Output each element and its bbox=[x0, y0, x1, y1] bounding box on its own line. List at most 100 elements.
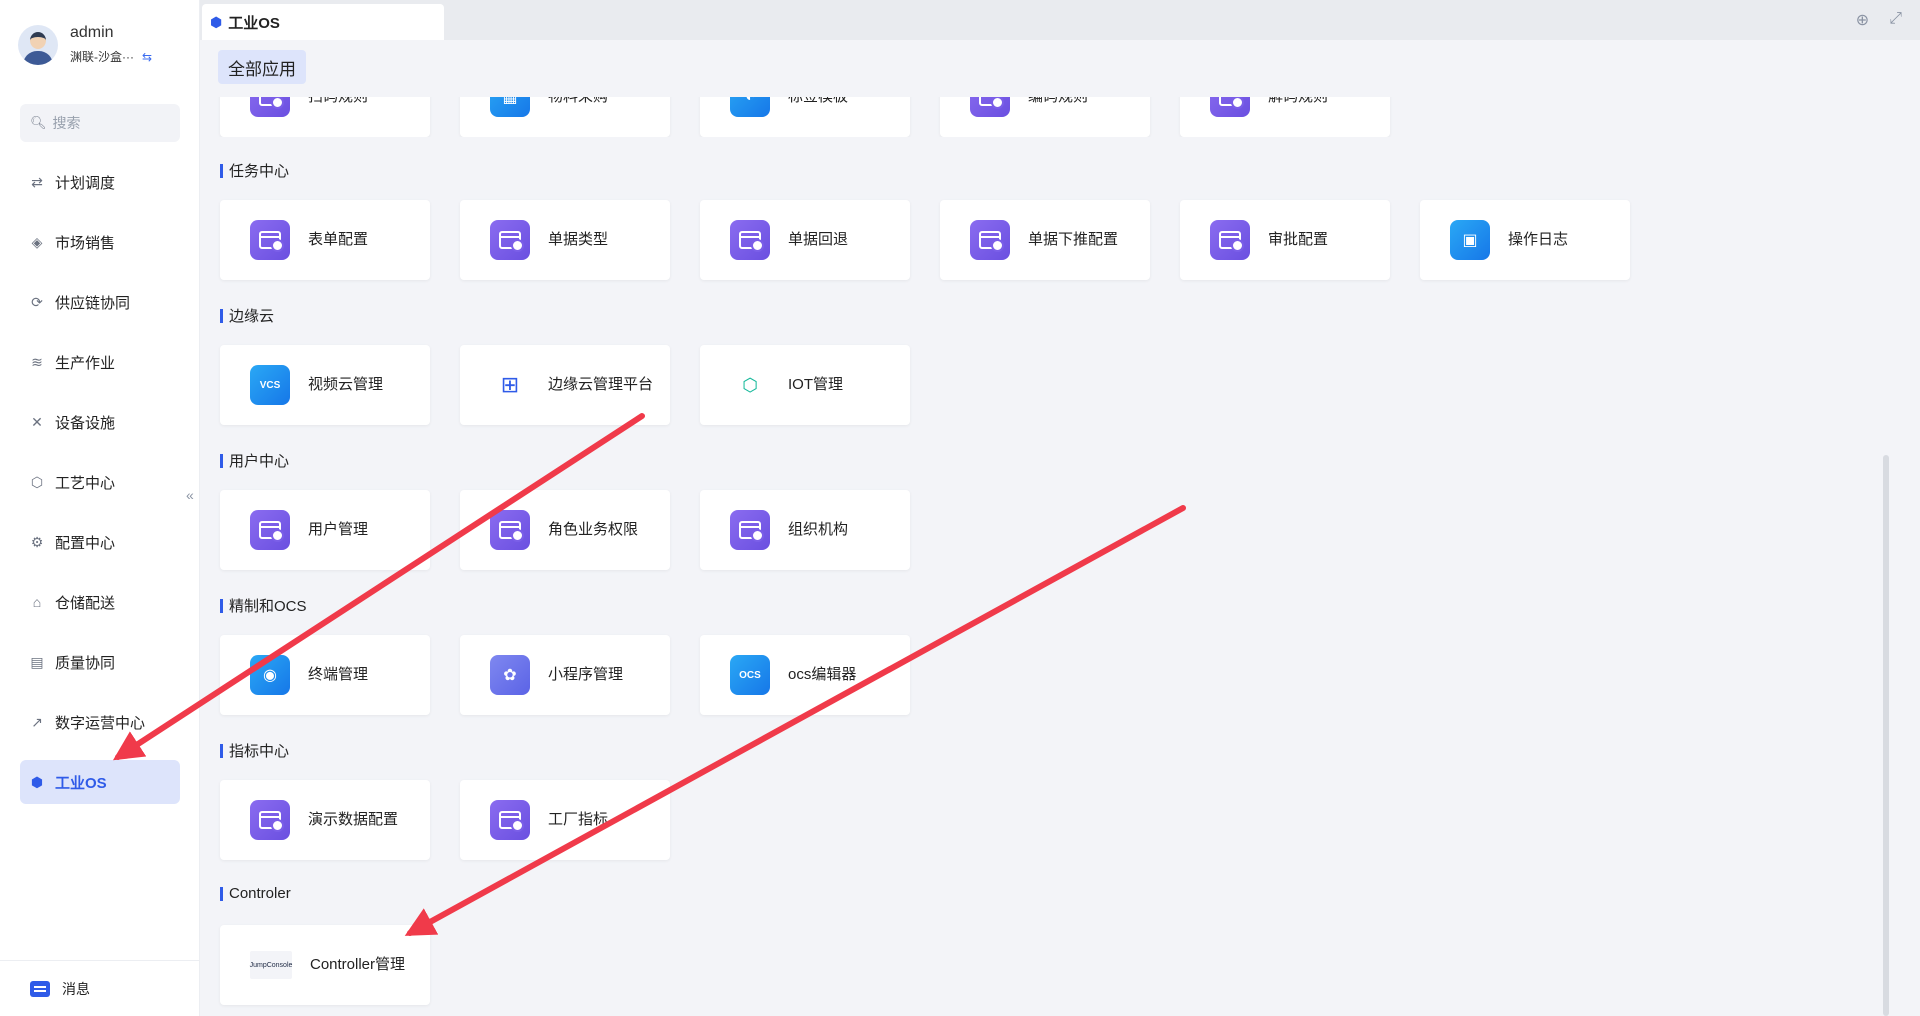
fullscreen-icon[interactable]: ⤢ bbox=[1889, 10, 1902, 30]
sidebar-item-schedule[interactable]: ⇄ 计划调度 bbox=[20, 160, 180, 204]
app-card-user-management[interactable]: 用户管理 bbox=[220, 490, 430, 570]
sidebar-item-label: 配置中心 bbox=[55, 534, 116, 552]
download-icon[interactable]: ⊕ bbox=[1856, 10, 1869, 30]
warehouse-icon: ⌂ bbox=[32, 594, 42, 610]
sidebar: admin 渊联-沙盒··· ⇆ 🔍︎ 搜索 ⇄ 计划调度 ◈ 市场销售 ⟳ 供应链协同… bbox=[0, 0, 200, 1016]
app-card-label: 单据回退 bbox=[788, 231, 849, 248]
sidebar-item-label: 数字运营中心 bbox=[55, 714, 146, 732]
app-card-label: 物料采购 bbox=[548, 97, 658, 109]
app-card-label: 演示数据配置 bbox=[308, 811, 399, 828]
app-card-label: 视频云管理 bbox=[308, 376, 384, 393]
sidebar-item-production[interactable]: ≋ 生产作业 bbox=[20, 340, 180, 384]
os-icon: ⬢ bbox=[210, 13, 223, 30]
sidebar-item-label: 生产作业 bbox=[55, 354, 116, 372]
scrollbar[interactable] bbox=[1883, 455, 1889, 1016]
app-card-push-config[interactable]: 单据下推配置 bbox=[940, 200, 1150, 280]
app-card-label: 扫码规则 bbox=[308, 97, 418, 109]
app-card-scan-rule[interactable]: 扫码规则 bbox=[220, 97, 430, 137]
top-actions: ⊕ ⤢ bbox=[1856, 10, 1902, 30]
market-icon: ◈ bbox=[31, 233, 43, 250]
top-bar: ⬢ 工业OS ⊕ ⤢ bbox=[200, 0, 1920, 40]
video-cloud-icon: VCS bbox=[250, 365, 290, 405]
app-card-demo-data-config[interactable]: 演示数据配置 bbox=[220, 780, 430, 860]
section-title: 边缘云 bbox=[220, 305, 274, 326]
app-window-icon bbox=[1210, 97, 1250, 117]
app-card-label: Controller管理 bbox=[310, 956, 406, 973]
sidebar-item-quality[interactable]: ▤ 质量协同 bbox=[20, 640, 180, 684]
iot-icon: ⬡ bbox=[742, 374, 758, 395]
app-card-label-template[interactable]: ◐ 标签模板 bbox=[700, 97, 910, 137]
sidebar-item-label: 市场销售 bbox=[55, 234, 116, 252]
ocs-icon: OCS bbox=[730, 655, 770, 695]
avatar[interactable] bbox=[18, 24, 58, 65]
app-window-icon bbox=[250, 510, 290, 550]
app-card-form-config[interactable]: 表单配置 bbox=[220, 200, 430, 280]
app-card-iot-management[interactable]: ⬡ IOT管理 bbox=[700, 345, 910, 425]
search-input[interactable]: 🔍︎ 搜索 bbox=[20, 104, 180, 142]
sidebar-item-label: 计划调度 bbox=[55, 174, 116, 192]
supply-chain-icon: ⟳ bbox=[31, 293, 43, 310]
sidebar-item-digital-ops[interactable]: ↗ 数字运营中心 bbox=[20, 700, 180, 744]
sidebar-item-market[interactable]: ◈ 市场销售 bbox=[20, 220, 180, 264]
app-card-edge-cloud-platform[interactable]: ⊞ 边缘云管理平台 bbox=[460, 345, 670, 425]
sidebar-item-supply-chain[interactable]: ⟳ 供应链协同 bbox=[20, 280, 180, 324]
app-card-label: 标签模板 bbox=[788, 97, 898, 109]
tools-icon: ✕ bbox=[31, 413, 43, 430]
tab-title: 工业OS bbox=[228, 14, 280, 32]
user-profile[interactable]: admin 渊联-沙盒··· ⇆ bbox=[18, 24, 152, 65]
config-icon: ⚙ bbox=[30, 533, 44, 550]
sidebar-item-process[interactable]: ⬡ 工艺中心 bbox=[20, 460, 180, 504]
chart-icon: ↗ bbox=[31, 713, 43, 730]
app-card-ocs-editor[interactable]: OCS ocs编辑器 bbox=[700, 635, 910, 715]
app-card-approval-config[interactable]: 审批配置 bbox=[1180, 200, 1390, 280]
app-card-mini-program[interactable]: ✿ 小程序管理 bbox=[460, 635, 670, 715]
app-card-document-rollback[interactable]: 单据回退 bbox=[700, 200, 910, 280]
app-card-material-purchase[interactable]: ▦ 物料采购 bbox=[460, 97, 670, 137]
app-card-organization[interactable]: 组织机构 bbox=[700, 490, 910, 570]
section-title: 用户中心 bbox=[220, 450, 289, 471]
app-card-label: 操作日志 bbox=[1508, 231, 1569, 248]
mini-program-icon: ✿ bbox=[490, 655, 530, 695]
app-window-icon bbox=[1210, 220, 1250, 260]
user-name: admin bbox=[70, 24, 114, 41]
app-window-icon bbox=[970, 220, 1010, 260]
app-card-video-cloud[interactable]: VCS 视频云管理 bbox=[220, 345, 430, 425]
app-card-operation-log[interactable]: ▣ 操作日志 bbox=[1420, 200, 1630, 280]
sidebar-item-label: 仓储配送 bbox=[55, 594, 116, 612]
app-card-document-type[interactable]: 单据类型 bbox=[460, 200, 670, 280]
app-card-factory-metrics[interactable]: 工厂指标 bbox=[460, 780, 670, 860]
tab-all-apps[interactable]: 全部应用 bbox=[218, 50, 306, 84]
app-card-encode-rule[interactable]: 编码规则 bbox=[940, 97, 1150, 137]
app-card-role-permissions[interactable]: 角色业务权限 bbox=[460, 490, 670, 570]
app-card-label: 表单配置 bbox=[308, 231, 369, 248]
label-template-icon: ◐ bbox=[730, 97, 770, 117]
app-window-icon bbox=[250, 800, 290, 840]
section-title: Controler bbox=[220, 885, 291, 902]
document-icon: ▤ bbox=[30, 653, 44, 670]
sidebar-item-equipment[interactable]: ✕ 设备设施 bbox=[20, 400, 180, 444]
partial-app-row: 扫码规则 ▦ 物料采购 ◐ 标签模板 编码规则 解码规则 bbox=[200, 97, 1900, 137]
app-card-terminal-management[interactable]: ◉ 终端管理 bbox=[220, 635, 430, 715]
app-card-label: 单据下推配置 bbox=[1028, 231, 1119, 248]
collapse-sidebar-icon[interactable]: « bbox=[186, 487, 194, 503]
tab-industrial-os[interactable]: ⬢ 工业OS bbox=[202, 4, 444, 40]
schedule-icon: ⇄ bbox=[31, 173, 43, 190]
switch-org-icon[interactable]: ⇆ bbox=[142, 50, 152, 64]
messages-button[interactable]: 消息 bbox=[0, 960, 200, 1016]
jumpconsole-logo-icon: JumpConsole bbox=[250, 951, 292, 979]
sidebar-item-warehouse[interactable]: ⌂ 仓储配送 bbox=[20, 580, 180, 624]
sidebar-item-industrial-os[interactable]: ⬢ 工业OS bbox=[20, 760, 180, 804]
app-window-icon bbox=[490, 220, 530, 260]
cube-icon: ⬡ bbox=[30, 473, 44, 490]
app-card-decode-rule[interactable]: 解码规则 bbox=[1180, 97, 1390, 137]
os-icon: ⬢ bbox=[30, 773, 44, 790]
main-content: 全部应用 扫码规则 ▦ 物料采购 ◐ 标签模板 编码规则 解码规则 任务中心 表单配… bbox=[200, 40, 1920, 1016]
sidebar-item-config[interactable]: ⚙ 配置中心 bbox=[20, 520, 180, 564]
app-card-controller-management[interactable]: JumpConsole Controller管理 bbox=[220, 925, 430, 1005]
app-card-label: 角色业务权限 bbox=[548, 521, 639, 538]
purchase-icon: ▦ bbox=[490, 97, 530, 117]
app-window-icon bbox=[490, 510, 530, 550]
grid-apps-icon: ⊞ bbox=[500, 372, 520, 397]
message-icon bbox=[30, 980, 50, 997]
messages-label: 消息 bbox=[62, 980, 90, 997]
